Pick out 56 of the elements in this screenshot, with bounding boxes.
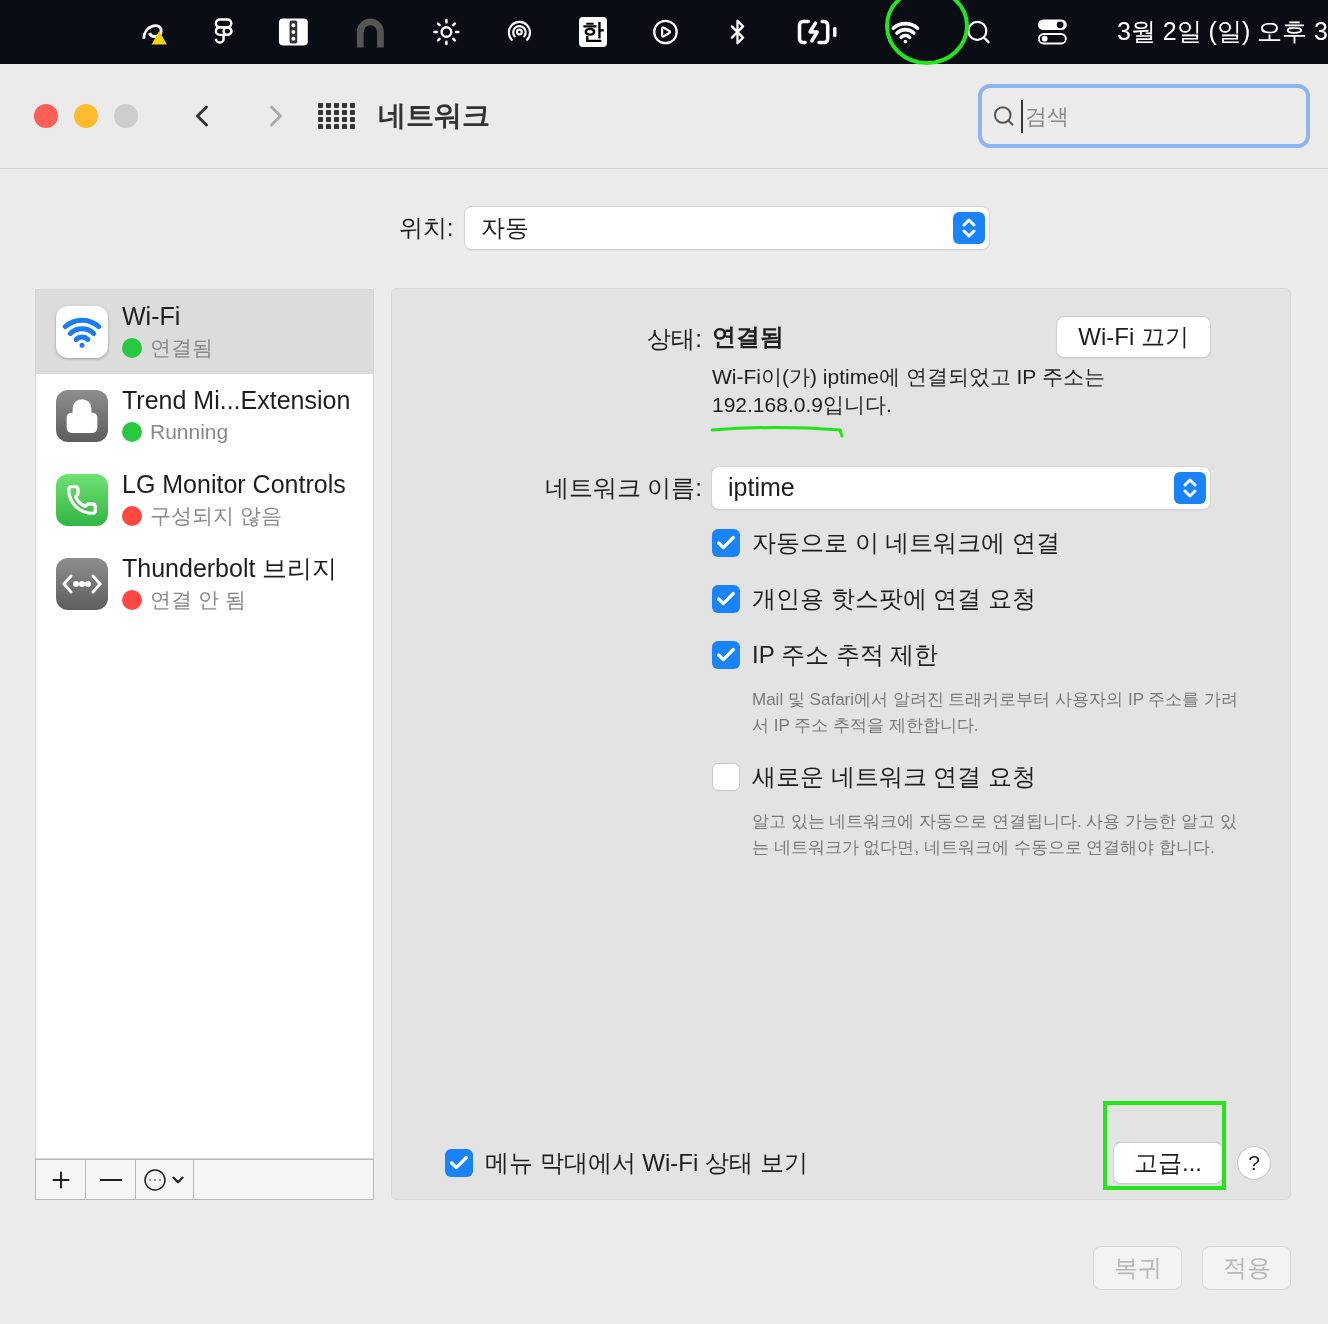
checkbox[interactable] [712, 585, 740, 613]
stepper-icon [1174, 472, 1206, 504]
checkbox[interactable] [712, 641, 740, 669]
more-menu-button[interactable] [136, 1159, 194, 1199]
traffic-light-icon [278, 17, 309, 47]
checkbox-label: 새로운 네트워크 연결 요청 [752, 762, 1036, 792]
search-icon [992, 103, 1016, 129]
window-title: 네트워크 [378, 99, 490, 133]
service-status: 연결 안 됨 [150, 587, 246, 614]
service-status: Running [150, 419, 229, 446]
checkbox-label: IP 주소 추적 제한 [752, 640, 939, 670]
status-description: Wi-Fi이(가) iptime에 연결되었고 IP 주소는 192.168.0.9입니다. [712, 364, 1106, 418]
grid-icon[interactable] [318, 103, 356, 129]
checkbox[interactable] [712, 763, 740, 791]
help-button[interactable]: ? [1238, 1147, 1270, 1179]
remove-button[interactable] [86, 1159, 136, 1199]
checkbox-label: 개인용 핫스팟에 연결 요청 [752, 584, 1036, 614]
checkbox[interactable] [445, 1149, 473, 1177]
search-input[interactable]: 검색 [1021, 99, 1296, 133]
service-status: 구성되지 않음 [150, 503, 282, 530]
service-name: LG Monitor Controls [122, 469, 346, 501]
add-button[interactable] [36, 1159, 86, 1199]
advanced-button[interactable]: 고급... [1114, 1143, 1222, 1183]
location-dropdown[interactable]: 자동 [465, 207, 990, 249]
option-description: Mail 및 Safari에서 알려진 트래커로부터 사용자의 IP 주소를 가려서 IP 주소 추적을 제한합니다. [752, 689, 1240, 737]
wifi-icon [56, 306, 108, 358]
network-name-dropdown[interactable]: iptime [712, 467, 1210, 509]
clock[interactable]: 3월 2일 (일) 오후 3 [1116, 13, 1328, 51]
location-label: 위치: [398, 213, 454, 243]
service-item[interactable]: Wi-Fi 연결됨 [36, 290, 373, 374]
shape-icon [213, 17, 234, 47]
connection-icon [56, 558, 108, 610]
toggle-icon[interactable] [1037, 17, 1068, 47]
search-icon[interactable] [965, 18, 993, 46]
service-status: 연결됨 [150, 335, 213, 362]
stepper-icon [953, 212, 986, 244]
ellipsis-icon [142, 1167, 167, 1192]
service-name: Wi-Fi [122, 301, 182, 333]
search-field[interactable]: 검색 [978, 84, 1310, 148]
checkbox-label: 메뉴 막대에서 Wi-Fi 상태 보기 [485, 1148, 808, 1178]
input-source-indicator[interactable]: 한 [579, 17, 608, 47]
minus-icon [99, 1178, 122, 1181]
checkbox-label: 자동으로 이 네트워크에 연결 [752, 528, 1060, 558]
status-label: 상태: [646, 324, 702, 354]
option-description: 알고 있는 네트워크에 자동으로 연결됩니다. 사용 가능한 알고 있는 네트워크가 없다면, 네트워크에 수동으로 연결해야 합니다. [752, 811, 1238, 859]
close-button[interactable] [34, 104, 58, 128]
checkbox[interactable] [712, 529, 740, 557]
service-name: Trend Mi...Extension [122, 385, 351, 417]
wifi-off-button[interactable]: Wi-Fi 끄기 [1057, 317, 1210, 357]
phone-icon [56, 474, 108, 526]
brightness-icon [431, 17, 461, 47]
service-name: Thunderbolt 브리지 [122, 553, 338, 585]
lock-icon [56, 390, 108, 442]
play-icon[interactable] [652, 18, 680, 46]
status-value: 연결됨 [712, 322, 784, 352]
network-name-label: 네트워크 이름: [543, 473, 702, 503]
